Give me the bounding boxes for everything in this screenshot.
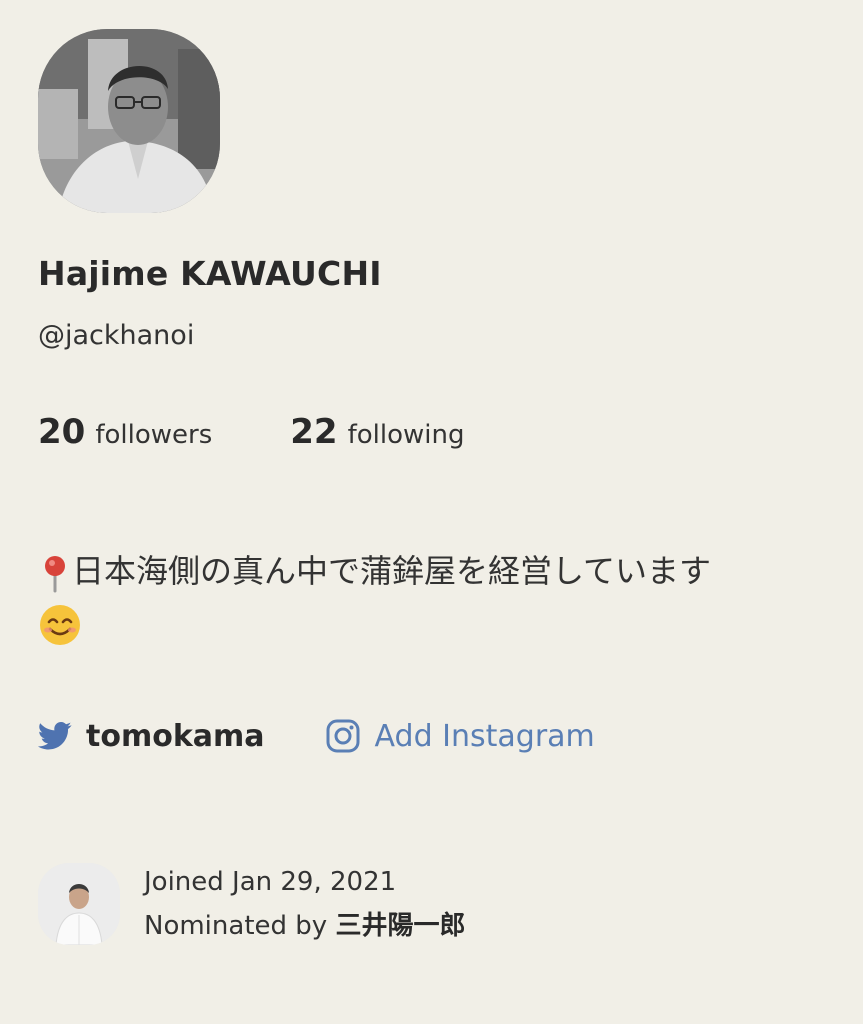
profile-stats: 20 followers 22 following [38,412,464,452]
nominated-prefix: Nominated by [144,911,336,941]
joined-text-block: Joined Jan 29, 2021 Nominated by 三井陽一郎 [144,860,465,948]
profile-name: Hajime KAWAUCHI [38,254,382,293]
joined-info: Joined Jan 29, 2021 Nominated by 三井陽一郎 [38,860,465,948]
add-instagram-link[interactable]: Add Instagram [325,718,595,754]
profile-bio: 日本海側の真ん中で蒲鉾屋を経営しています [38,545,838,649]
nominator-avatar[interactable] [38,863,120,945]
bio-line-2 [38,597,838,649]
profile-avatar[interactable] [38,29,220,213]
followers-label: followers [95,420,213,450]
joined-date: Joined Jan 29, 2021 [144,867,397,897]
followers-count: 20 [38,412,86,452]
twitter-username: tomokama [86,718,265,754]
nominated-by: Nominated by 三井陽一郎 [144,904,465,948]
twitter-link[interactable]: tomokama [38,719,265,754]
profile-photo [38,29,220,213]
nominator-name-link[interactable]: 三井陽一郎 [335,911,465,941]
bio-line-1: 日本海側の真ん中で蒲鉾屋を経営しています [38,545,838,597]
add-instagram-label: Add Instagram [374,718,595,754]
instagram-icon [326,719,360,753]
social-links: tomokama Add Instagram [38,718,595,754]
round-pushpin-icon [45,556,65,593]
following-label: following [347,420,465,450]
twitter-bird-icon [38,721,72,750]
followers-link[interactable]: 20 followers [38,412,212,452]
profile-handle: @jackhanoi [38,320,195,351]
nominator-photo [38,863,120,945]
following-link[interactable]: 22 following [290,412,464,452]
bio-text: 日本海側の真ん中で蒲鉾屋を経営しています [72,552,712,590]
smiling-face-icon [40,605,80,645]
following-count: 22 [290,412,338,452]
